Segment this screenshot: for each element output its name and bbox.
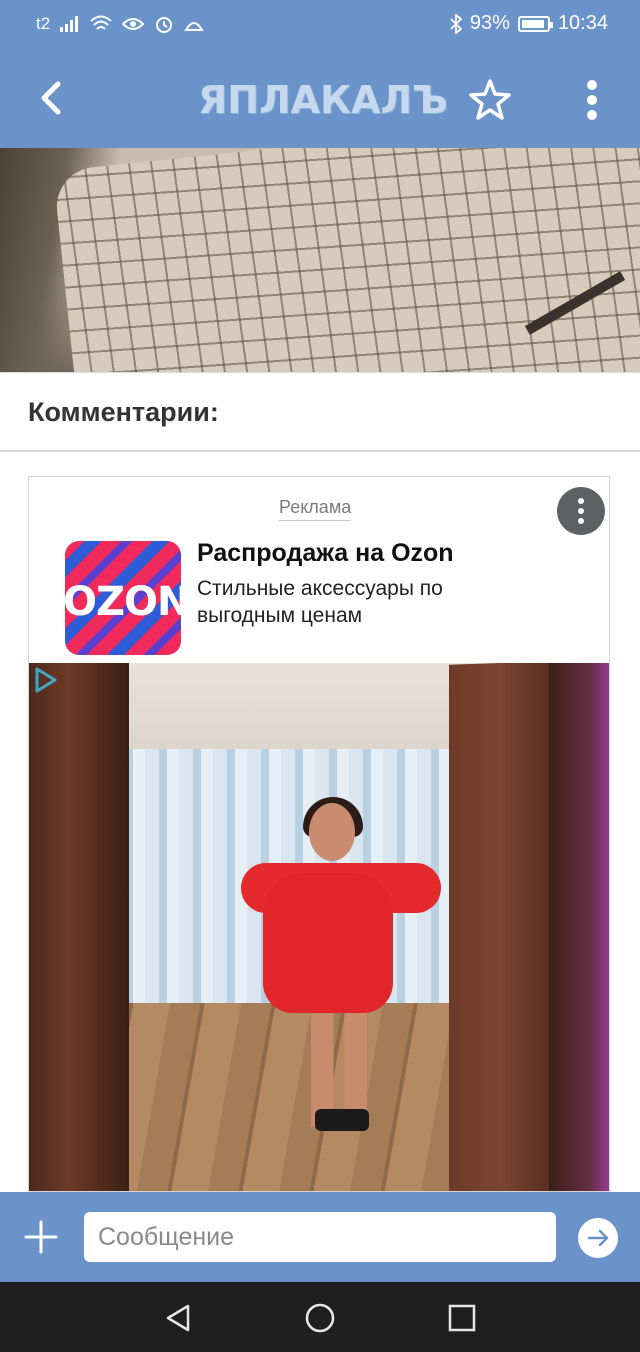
nav-back-button[interactable] [158, 1298, 198, 1338]
app-bar: ЯПЛАКАЛЪ [0, 50, 640, 148]
add-attachment-button[interactable] [20, 1216, 62, 1258]
dot [578, 498, 584, 504]
message-bar [0, 1192, 640, 1282]
square-recents-icon [448, 1304, 476, 1332]
person-dress [263, 873, 393, 1013]
more-vertical-icon [587, 80, 597, 120]
person-shoes [315, 1109, 369, 1131]
ad-choices-icon[interactable] [31, 665, 61, 695]
star-icon [469, 79, 511, 120]
comments-title: Комментарии: [28, 397, 219, 427]
comments-section-header: Комментарии: [0, 372, 640, 452]
signal-icon [60, 16, 79, 32]
send-button[interactable] [578, 1218, 618, 1258]
eye-icon [122, 18, 145, 30]
door-frame-right [549, 663, 609, 1191]
door-right [449, 663, 549, 1191]
dot [578, 518, 584, 524]
ad-label: Реклама [279, 497, 352, 521]
bluetooth-icon [450, 13, 462, 34]
status-bar: t2 93% 10:34 [0, 0, 640, 50]
ad-photo[interactable] [29, 663, 609, 1191]
post-image[interactable] [0, 148, 640, 372]
android-icon [184, 22, 204, 31]
battery-icon [517, 15, 553, 32]
arrow-right-icon [587, 1229, 609, 1247]
clock: 10:34 [557, 12, 608, 34]
more-options-button[interactable] [568, 76, 616, 124]
status-left: t2 [36, 14, 204, 34]
battery-level-fill [521, 19, 545, 28]
triangle-back-icon [166, 1304, 190, 1332]
ad-title[interactable]: Распродажа на Ozon [197, 539, 454, 568]
circle-home-icon [305, 1303, 335, 1333]
brand-logo[interactable]: ЯПЛАКАЛЪ [198, 78, 448, 122]
ad-subtitle[interactable]: Стильные аксессуары по выгодным ценам [197, 575, 527, 629]
nav-home-button[interactable] [300, 1298, 340, 1338]
message-input[interactable] [84, 1212, 556, 1262]
ceiling [99, 663, 479, 753]
favorite-button[interactable] [466, 76, 514, 124]
floor [99, 1003, 489, 1191]
ad-card[interactable]: Реклама OZON Распродажа на Ozon Стильные… [28, 476, 610, 1192]
person-head [309, 803, 355, 861]
back-button[interactable] [30, 74, 78, 122]
system-nav-bar [0, 1282, 640, 1352]
wifi-icon [90, 15, 112, 30]
ozon-logo[interactable]: OZON [65, 541, 181, 655]
nav-recents-button[interactable] [442, 1298, 482, 1338]
door-left [29, 663, 129, 1191]
alarm-icon [156, 17, 173, 33]
ozon-logo-text: OZON [65, 579, 181, 625]
mesh-texture [52, 148, 640, 372]
plus-icon [24, 1220, 58, 1254]
battery-percent: 93% [469, 12, 510, 34]
ad-menu-button[interactable] [557, 487, 605, 535]
status-right: 93% 10:34 [450, 12, 608, 35]
dot [578, 508, 584, 514]
carrier-label: t2 [36, 14, 51, 33]
back-icon [41, 81, 61, 115]
